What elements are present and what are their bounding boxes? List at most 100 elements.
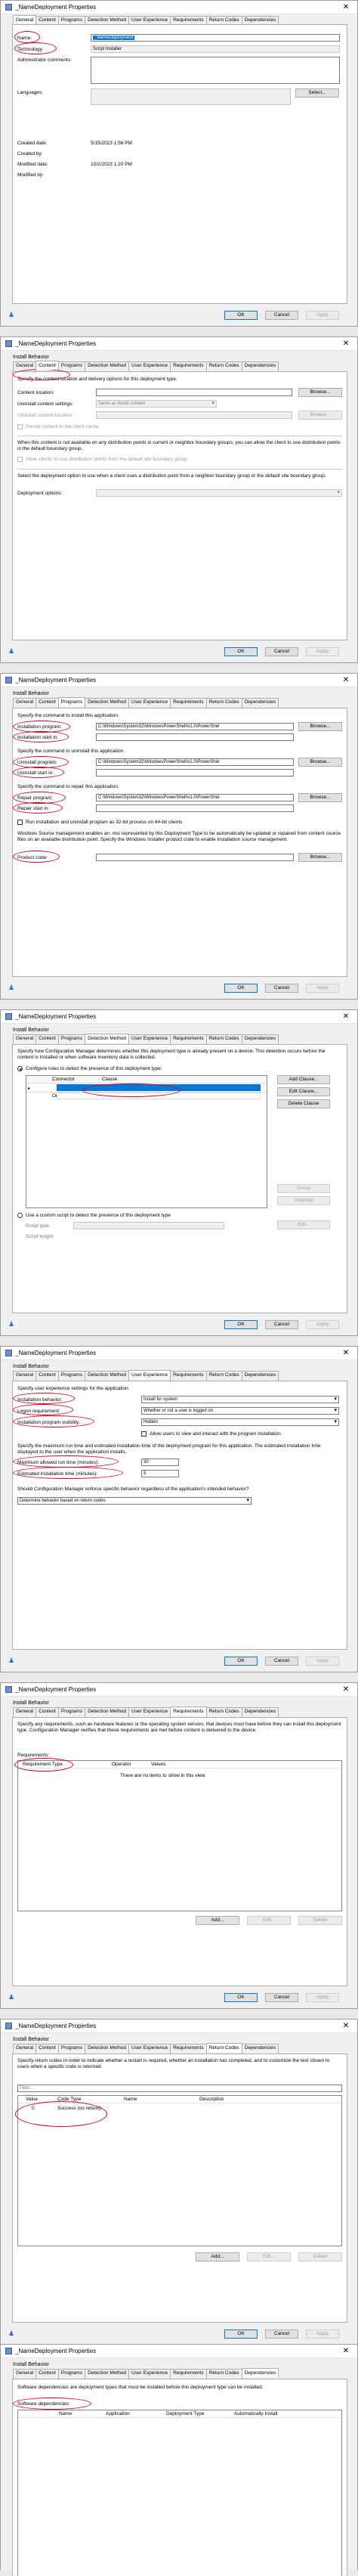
- languages-field: [91, 88, 291, 105]
- add-requirement-button[interactable]: Add...: [196, 1916, 239, 1925]
- install-browse-button[interactable]: Browse...: [298, 722, 342, 731]
- delete-return-code-button[interactable]: Delete: [298, 2252, 342, 2261]
- cancel-button[interactable]: Cancel: [265, 311, 298, 320]
- delete-clause-button[interactable]: Delete Clause: [277, 1099, 330, 1108]
- name-field[interactable]: _NameDeployment: [91, 34, 340, 42]
- install-behavior-select[interactable]: Install for system: [141, 1396, 339, 1403]
- tab-return-codes[interactable]: Return Codes: [205, 2043, 242, 2052]
- requirements-list[interactable]: Requirement Type Operator Values There a…: [17, 1760, 342, 1911]
- edit-clause-button[interactable]: Edit Clause...: [277, 1087, 330, 1096]
- tab-programs[interactable]: Programs: [57, 697, 86, 706]
- cancel-button[interactable]: Cancel: [265, 2330, 298, 2339]
- group-button[interactable]: Group: [277, 1184, 330, 1193]
- uninstall-settings-select[interactable]: Same as install content: [96, 400, 217, 408]
- ok-button[interactable]: OK: [224, 2330, 258, 2339]
- tab-detection[interactable]: Detection Method: [85, 16, 130, 24]
- product-code-browse-button[interactable]: Browse...: [298, 853, 342, 862]
- allow-interact-checkbox[interactable]: [141, 1431, 147, 1437]
- col-deployment-type: Deployment Type: [166, 2411, 205, 2416]
- close-icon[interactable]: ✕: [335, 1683, 357, 1697]
- title-bar: _NameDeployment Properties ✕: [1, 2345, 357, 2358]
- ungroup-button[interactable]: Ungroup: [277, 1196, 330, 1205]
- created-by-label: Created by:: [17, 151, 43, 157]
- tab-content[interactable]: Content: [35, 16, 59, 24]
- tab-programs[interactable]: Programs: [57, 16, 86, 24]
- install-start-field[interactable]: [96, 733, 294, 741]
- tab-dependencies[interactable]: Dependencies: [241, 16, 279, 24]
- filter-input[interactable]: Filter...: [17, 2085, 342, 2092]
- uninstall-start-field[interactable]: [96, 769, 294, 777]
- edit-script-button[interactable]: Edit...: [277, 1220, 330, 1229]
- wsm-text: Windows Source management enables an .ms…: [17, 831, 341, 842]
- close-icon[interactable]: ✕: [335, 337, 357, 351]
- apply-button[interactable]: Apply: [306, 984, 339, 993]
- tab-dependencies[interactable]: Dependencies: [241, 2368, 279, 2377]
- visibility-select[interactable]: Hidden: [141, 1418, 339, 1426]
- custom-script-radio[interactable]: [17, 1213, 23, 1218]
- close-icon[interactable]: ✕: [335, 2020, 357, 2033]
- uninstall-program-field[interactable]: C:\Windows\System32\WindowsPowerShell\v1…: [96, 758, 294, 766]
- name-field-value: _NameDeployment: [93, 36, 135, 40]
- apply-button[interactable]: Apply: [306, 311, 339, 320]
- repair-start-field[interactable]: [96, 804, 294, 812]
- apply-button[interactable]: Apply: [306, 1320, 339, 1329]
- edit-return-code-button[interactable]: Edit...: [247, 2252, 291, 2261]
- apply-button[interactable]: Apply: [306, 1993, 339, 2002]
- ok-button[interactable]: OK: [224, 1993, 258, 2002]
- ok-button[interactable]: OK: [224, 647, 258, 656]
- max-time-spinner[interactable]: 30: [141, 1458, 179, 1466]
- tab-detection[interactable]: Detection Method: [85, 1034, 130, 1043]
- est-time-spinner[interactable]: 5: [141, 1470, 179, 1477]
- cancel-button[interactable]: Cancel: [265, 1993, 298, 2002]
- tab-content[interactable]: Content: [35, 361, 59, 370]
- apply-button[interactable]: Apply: [306, 2330, 339, 2339]
- ok-button[interactable]: OK: [224, 311, 258, 320]
- close-icon[interactable]: ✕: [335, 1010, 357, 1024]
- enforce-behavior-select[interactable]: Determine behavior based on return codes: [17, 1497, 252, 1505]
- run-32bit-checkbox[interactable]: [17, 820, 23, 825]
- deployment-options-select[interactable]: [96, 489, 342, 497]
- time-text: Specify the maximum run time and estimat…: [17, 1443, 321, 1455]
- uninstall-browse-button[interactable]: Browse...: [298, 758, 342, 767]
- cancel-button[interactable]: Cancel: [265, 647, 298, 656]
- allow-default-checkbox[interactable]: [17, 457, 23, 462]
- delete-requirement-button[interactable]: Delete: [298, 1916, 342, 1925]
- install-program-field[interactable]: C:\Windows\System32\WindowsPowerShell\v1…: [96, 723, 294, 730]
- neighbor-text: Select the deployment option to use when…: [17, 473, 326, 479]
- admin-comments-field[interactable]: [91, 57, 340, 84]
- dependencies-list[interactable]: Name Application Deployment Type Automat…: [17, 2410, 342, 2576]
- persist-checkbox[interactable]: [17, 424, 23, 429]
- cancel-button[interactable]: Cancel: [265, 1657, 298, 1666]
- help-grip-icon: ♟: [8, 311, 15, 318]
- close-icon[interactable]: ✕: [335, 1347, 357, 1360]
- content-location-field[interactable]: [96, 389, 292, 396]
- close-icon[interactable]: ✕: [335, 674, 357, 687]
- tab-panel: Specify return codes in order to indicat…: [12, 2054, 347, 2323]
- add-return-code-button[interactable]: Add...: [196, 2252, 239, 2261]
- ok-button[interactable]: OK: [224, 1657, 258, 1666]
- tab-return-codes[interactable]: Return Codes: [205, 16, 242, 24]
- uninstall-browse-button[interactable]: Browse...: [298, 411, 342, 420]
- edit-requirement-button[interactable]: Edit...: [247, 1916, 291, 1925]
- close-icon[interactable]: ✕: [335, 2345, 357, 2358]
- apply-button[interactable]: Apply: [306, 1657, 339, 1666]
- browse-button[interactable]: Browse...: [298, 388, 342, 397]
- tab-requirements[interactable]: Requirements: [170, 16, 207, 24]
- ok-button[interactable]: OK: [224, 1320, 258, 1329]
- add-clause-button[interactable]: Add Clause...: [277, 1075, 330, 1084]
- select-languages-button[interactable]: Select...: [295, 88, 339, 98]
- tab-user-experience[interactable]: User Experience: [128, 1370, 171, 1379]
- cancel-button[interactable]: Cancel: [265, 984, 298, 993]
- product-code-field[interactable]: [96, 854, 294, 861]
- close-icon[interactable]: ✕: [335, 1, 357, 14]
- logon-requirement-select[interactable]: Whether or not a user is logged on: [141, 1407, 339, 1415]
- tab-requirements[interactable]: Requirements: [170, 1706, 207, 1716]
- configure-rules-radio[interactable]: [17, 1066, 23, 1071]
- tab-general[interactable]: General: [13, 15, 37, 24]
- ok-button[interactable]: OK: [224, 984, 258, 993]
- repair-program-field[interactable]: C:\Windows\System32\WindowsPowerShell\v1…: [96, 794, 294, 801]
- apply-button[interactable]: Apply: [306, 647, 339, 656]
- repair-browse-button[interactable]: Browse...: [298, 793, 342, 802]
- cancel-button[interactable]: Cancel: [265, 1320, 298, 1329]
- tab-user-experience[interactable]: User Experience: [128, 16, 171, 24]
